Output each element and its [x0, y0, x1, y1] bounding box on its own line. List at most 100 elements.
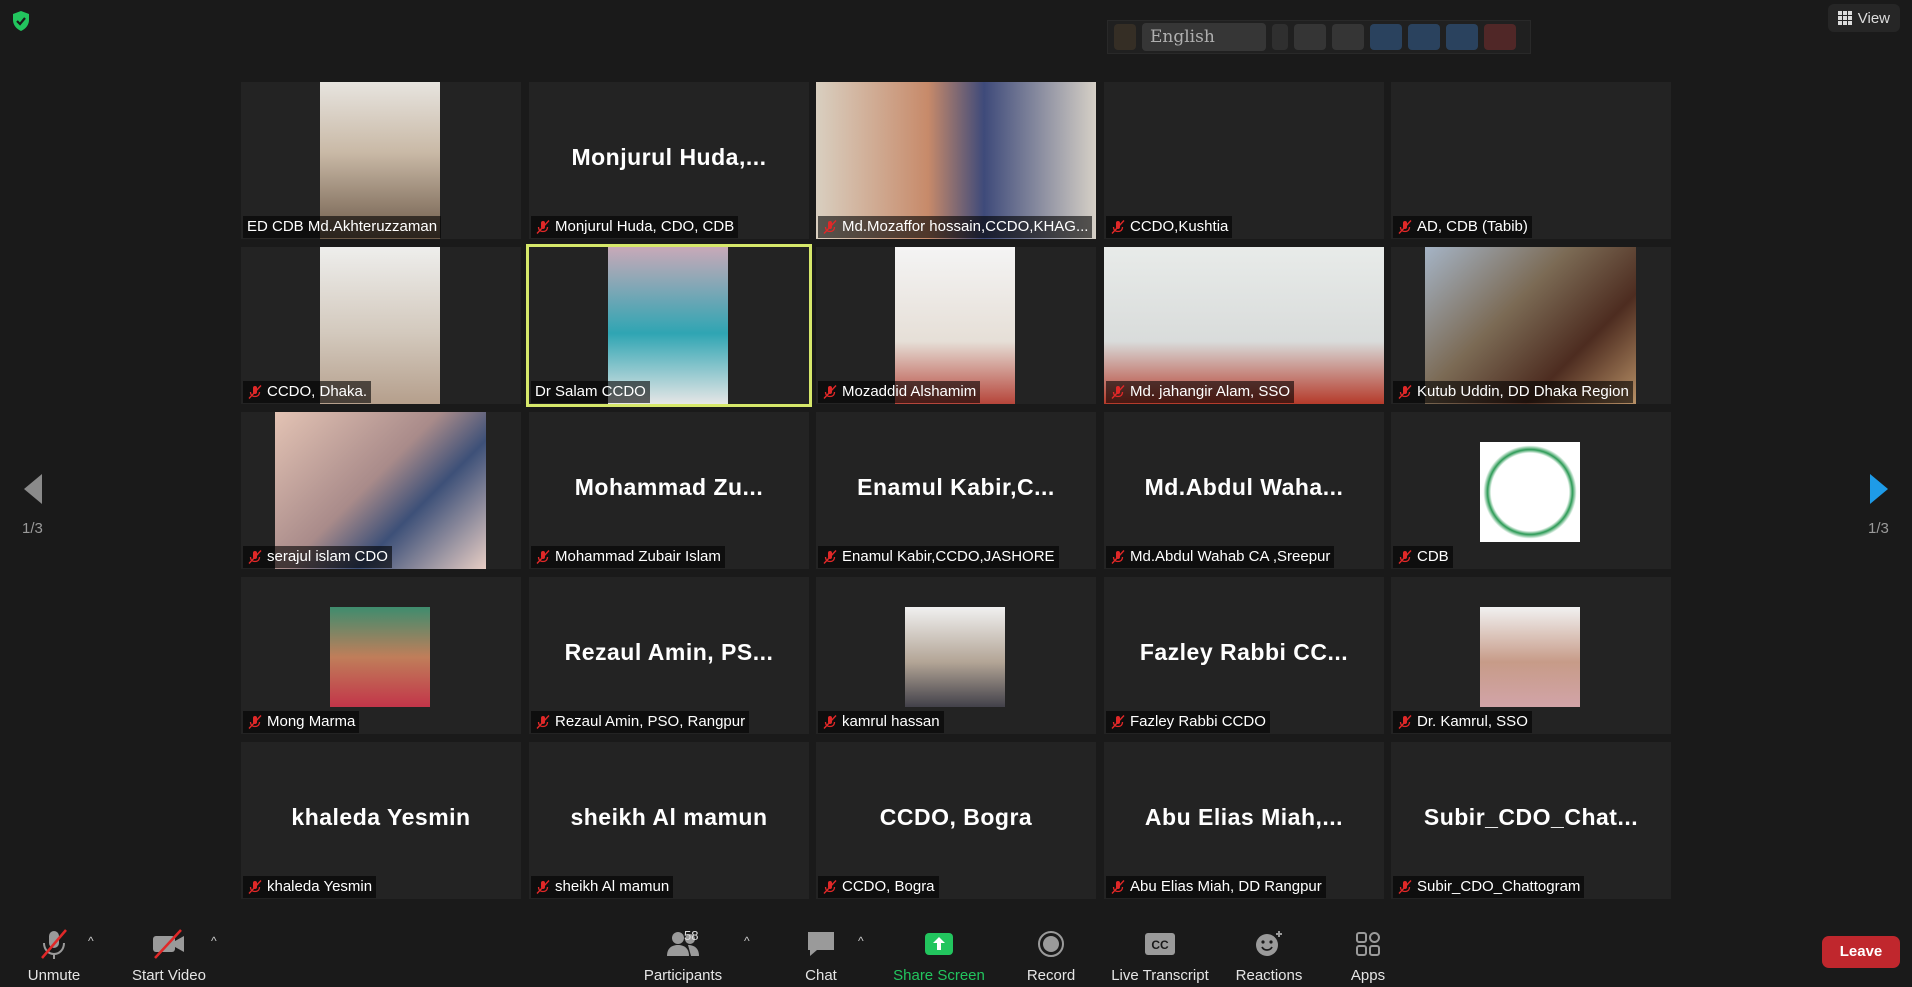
- participant-tile[interactable]: khaleda Yesmin khaleda Yesmin: [241, 742, 521, 899]
- participant-name-label: Rezaul Amin, PSO, Rangpur: [531, 711, 750, 733]
- muted-microphone-icon: [1110, 714, 1126, 730]
- muted-microphone-icon: [822, 219, 838, 235]
- share-screen-button[interactable]: Share Screen: [884, 926, 994, 984]
- participant-video-feed: [905, 607, 1005, 707]
- live-transcript-button[interactable]: CC Live Transcript: [1105, 926, 1215, 984]
- apps-button[interactable]: Apps: [1313, 926, 1423, 984]
- participant-name-text: Md.Mozaffor hossain,CCDO,KHAG...: [842, 218, 1089, 235]
- leave-button[interactable]: Leave: [1822, 936, 1900, 968]
- participant-tile[interactable]: ED CDB Md.Akhteruzzaman: [241, 82, 521, 239]
- muted-microphone-icon: [822, 384, 838, 400]
- participant-name-label: Md.Mozaffor hossain,CCDO,KHAG...: [818, 216, 1092, 238]
- chat-options-caret-icon[interactable]: ^: [858, 934, 864, 948]
- participant-tile[interactable]: serajul islam CDO: [241, 412, 521, 569]
- muted-microphone-icon: [822, 714, 838, 730]
- participant-tile[interactable]: Md. jahangir Alam, SSO: [1104, 247, 1384, 404]
- participant-display-name: Fazley Rabbi CC...: [1139, 639, 1349, 665]
- muted-microphone-icon: [822, 549, 838, 565]
- video-off-icon: [153, 929, 184, 959]
- participant-tile[interactable]: Abu Elias Miah,... Abu Elias Miah, DD Ran…: [1104, 742, 1384, 899]
- participant-name-text: Dr Salam CCDO: [535, 383, 646, 400]
- participant-name-label: kamrul hassan: [818, 711, 944, 733]
- next-page-arrow-icon[interactable]: [1866, 472, 1892, 506]
- participant-name-label: ED CDB Md.Akhteruzzaman: [243, 216, 442, 238]
- participant-name-label: Dr. Kamrul, SSO: [1393, 711, 1532, 733]
- security-shield-icon[interactable]: [10, 10, 32, 32]
- participant-tile[interactable]: Subir_CDO_Chat... Subir_CDO_Chattogram: [1391, 742, 1671, 899]
- participant-name-text: Mong Marma: [267, 713, 356, 730]
- participant-tile[interactable]: Md.Mozaffor hossain,CCDO,KHAG...: [816, 82, 1096, 239]
- participant-name-text: kamrul hassan: [842, 713, 940, 730]
- muted-microphone-icon: [822, 879, 838, 895]
- audio-options-caret-icon[interactable]: ^: [88, 934, 94, 948]
- participant-tile[interactable]: Kutub Uddin, DD Dhaka Region: [1391, 247, 1671, 404]
- toolbar-logo-icon: [1114, 24, 1136, 50]
- participant-display-name: Monjurul Huda,...: [571, 144, 767, 170]
- participant-name-label: CDB: [1393, 546, 1453, 568]
- participant-name-label: Mohammad Zubair Islam: [531, 546, 725, 568]
- participants-button[interactable]: 58 Participants: [628, 926, 738, 984]
- apps-label: Apps: [1350, 967, 1386, 984]
- video-options-caret-icon[interactable]: ^: [211, 934, 217, 948]
- language-dropdown-icon[interactable]: [1272, 24, 1288, 50]
- participant-tile[interactable]: sheikh Al mamun sheikh Al mamun: [529, 742, 809, 899]
- muted-microphone-icon: [535, 714, 551, 730]
- participant-name-label: AD, CDB (Tabib): [1393, 216, 1532, 238]
- participant-tile[interactable]: kamrul hassan: [816, 577, 1096, 734]
- help-icon[interactable]: [1446, 24, 1478, 50]
- participant-display-name: Abu Elias Miah,...: [1144, 804, 1344, 830]
- participant-name-label: Monjurul Huda, CDO, CDB: [531, 216, 739, 238]
- start-video-button[interactable]: Start Video: [114, 926, 224, 984]
- record-icon: [1038, 931, 1064, 957]
- participant-tile[interactable]: Mong Marma: [241, 577, 521, 734]
- participant-name-label: Mong Marma: [243, 711, 360, 733]
- muted-microphone-icon: [535, 219, 551, 235]
- live-transcript-label: Live Transcript: [1111, 967, 1209, 984]
- chat-bubble-icon: [808, 932, 834, 956]
- participants-options-caret-icon[interactable]: ^: [744, 934, 750, 948]
- participant-name-text: Enamul Kabir,CCDO,JASHORE: [842, 548, 1055, 565]
- participant-video-feed: [330, 607, 430, 707]
- muted-microphone-icon: [1110, 384, 1126, 400]
- toolbar-tool-icon-1[interactable]: [1294, 24, 1326, 50]
- participant-tile[interactable]: CCDO, Dhaka.: [241, 247, 521, 404]
- participant-tile[interactable]: CCDO, Bogra CCDO, Bogra: [816, 742, 1096, 899]
- language-selected-value: English: [1150, 27, 1215, 47]
- close-icon[interactable]: [1484, 24, 1516, 50]
- page-indicator-left: 1/3: [22, 520, 43, 537]
- start-video-label: Start Video: [132, 967, 206, 984]
- participant-name-label: sheikh Al mamun: [531, 876, 674, 898]
- previous-page-arrow-icon[interactable]: [20, 472, 46, 506]
- participant-tile[interactable]: Md.Abdul Waha... Md.Abdul Wahab CA ,Sreep…: [1104, 412, 1384, 569]
- participant-tile[interactable]: CDB: [1391, 412, 1671, 569]
- participant-tile[interactable]: Enamul Kabir,C... Enamul Kabir,CCDO,JASHO…: [816, 412, 1096, 569]
- participant-name-label: Mozaddid Alshamim: [818, 381, 981, 403]
- participant-display-name: Subir_CDO_Chat...: [1423, 804, 1639, 830]
- participant-tile[interactable]: Fazley Rabbi CC... Fazley Rabbi CCDO: [1104, 577, 1384, 734]
- participant-tile[interactable]: Monjurul Huda,... Monjurul Huda, CDO, CDB: [529, 82, 809, 239]
- participants-label: Participants: [643, 967, 723, 984]
- participant-tile[interactable]: Dr Salam CCDO: [526, 244, 812, 407]
- view-button[interactable]: View: [1827, 4, 1900, 32]
- muted-microphone-icon: [1397, 384, 1413, 400]
- language-select[interactable]: English: [1142, 23, 1266, 51]
- globe-icon[interactable]: [1408, 24, 1440, 50]
- toolbar-tool-icon-2[interactable]: [1332, 24, 1364, 50]
- participant-tile[interactable]: Mozaddid Alshamim: [816, 247, 1096, 404]
- participant-name-label: serajul islam CDO: [243, 546, 392, 568]
- settings-gear-icon[interactable]: [1370, 24, 1402, 50]
- reactions-button[interactable]: Reactions: [1214, 926, 1324, 984]
- participant-name-text: Rezaul Amin, PSO, Rangpur: [555, 713, 746, 730]
- participant-tile[interactable]: Mohammad Zu... Mohammad Zubair Islam: [529, 412, 809, 569]
- participant-display-name: sheikh Al mamun: [570, 804, 768, 830]
- participant-tile[interactable]: Rezaul Amin, PS... Rezaul Amin, PSO, Rang…: [529, 577, 809, 734]
- muted-microphone-icon: [1397, 219, 1413, 235]
- record-button[interactable]: Record: [996, 926, 1106, 984]
- closed-caption-icon: CC: [1145, 933, 1175, 955]
- participant-name-text: Subir_CDO_Chattogram: [1417, 878, 1581, 895]
- participant-tile[interactable]: CCDO,Kushtia: [1104, 82, 1384, 239]
- svg-text:CC: CC: [1151, 938, 1169, 952]
- participant-tile[interactable]: Dr. Kamrul, SSO: [1391, 577, 1671, 734]
- share-screen-arrow-icon: [925, 933, 953, 955]
- participant-tile[interactable]: AD, CDB (Tabib): [1391, 82, 1671, 239]
